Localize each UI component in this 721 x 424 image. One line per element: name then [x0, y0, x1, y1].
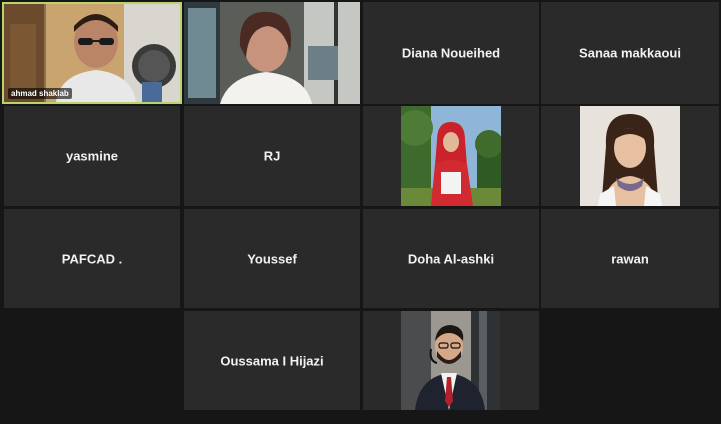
participant-name: rawan: [611, 251, 649, 266]
participant-name: Sanaa makkaoui: [579, 45, 681, 61]
participant-tile-doha-al-ashki[interactable]: Doha Al-ashki: [363, 209, 539, 308]
participant-tile-diana-noueihed[interactable]: Diana Noueihed: [363, 2, 539, 104]
participant-name: Diana Noueihed: [401, 45, 501, 61]
participant-tile-photo-hijab[interactable]: [363, 106, 539, 206]
participant-video: [184, 2, 360, 104]
participant-name: yasmine: [65, 148, 119, 164]
participant-tile-youssef[interactable]: Youssef: [184, 209, 360, 308]
participant-name: Doha Al-ashki: [407, 251, 495, 266]
participant-name: RJ: [263, 148, 281, 164]
participant-tile-sanaa-makkaoui[interactable]: Sanaa makkaoui: [541, 2, 719, 104]
participant-tile-rawan[interactable]: rawan: [541, 209, 719, 308]
participant-name: Oussama I Hijazi: [220, 353, 324, 368]
participant-tile-photo-portrait[interactable]: [541, 106, 719, 206]
participant-tile-pafcad[interactable]: PAFCAD .: [4, 209, 180, 308]
participant-name: Youssef: [247, 251, 297, 266]
participant-name: ahmad shaklab: [8, 88, 72, 99]
gallery-view: ahmad shaklab Diana Noueihed Sanaa makka…: [0, 0, 721, 424]
participant-tile-oussama-hijazi[interactable]: Oussama I Hijazi: [184, 311, 360, 410]
participant-tile-photo-suit[interactable]: [363, 311, 539, 410]
participant-tile-video[interactable]: [184, 2, 360, 104]
participant-name: PAFCAD .: [61, 251, 123, 266]
participant-photo: [401, 106, 501, 206]
participant-tile-ahmad-shaklab[interactable]: ahmad shaklab: [2, 2, 182, 104]
participant-tile-yasmine[interactable]: yasmine: [4, 106, 180, 206]
participant-tile-rj[interactable]: RJ: [184, 106, 360, 206]
participant-photo: [580, 106, 680, 206]
participant-photo: [401, 311, 500, 410]
